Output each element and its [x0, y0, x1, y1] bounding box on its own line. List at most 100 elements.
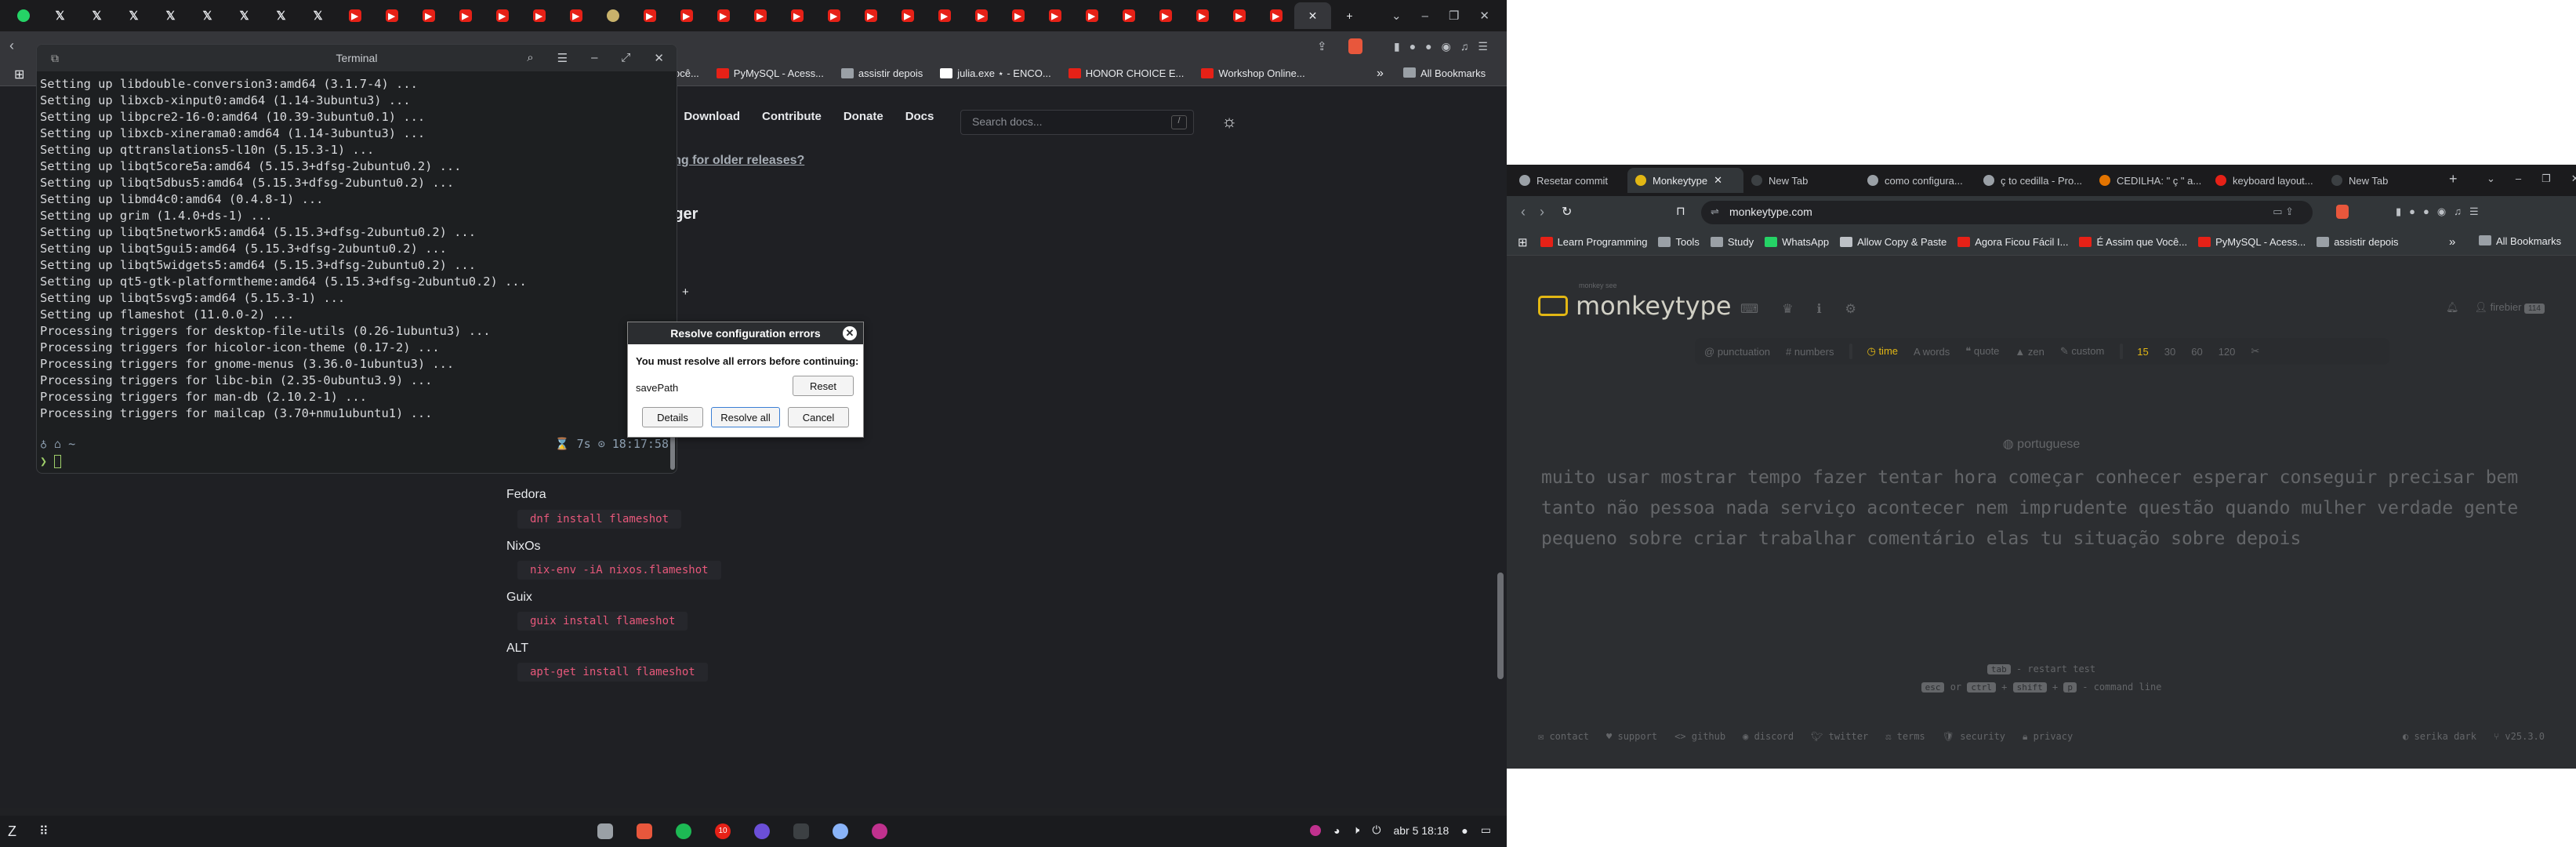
brave-shield-icon[interactable]	[2336, 205, 2349, 219]
spotify-icon[interactable]	[676, 823, 691, 839]
minimize-icon[interactable]: –	[1422, 9, 1428, 23]
footer-link-terms[interactable]: ⚖ terms	[1885, 731, 1925, 743]
brave-shield-icon[interactable]	[1348, 38, 1362, 54]
terminal-scrollbar[interactable]	[670, 435, 675, 470]
browser-tab[interactable]: ▶	[1110, 2, 1147, 29]
time-60[interactable]: 60	[2191, 346, 2202, 358]
page-scrollbar[interactable]	[1497, 573, 1504, 679]
terminal-prompt[interactable]: ❯	[40, 454, 62, 468]
notifications-bell-icon[interactable]: 🔔︎	[2446, 301, 2459, 314]
obs-icon[interactable]	[754, 823, 770, 839]
version-button[interactable]: ⑂ v25.3.0	[2494, 731, 2545, 742]
footer-link-twitter[interactable]: 🐦︎ twitter	[1811, 731, 1868, 743]
browser-tab[interactable]: ▶	[373, 2, 410, 29]
bookmark-item[interactable]: assistir depois	[2317, 236, 2399, 248]
mode-zen[interactable]: ▲ zen	[2015, 346, 2044, 358]
browser-tab[interactable]: ▶	[926, 2, 963, 29]
bookmark-item[interactable]: PyMySQL - Acess...	[716, 67, 824, 79]
reload-icon[interactable]: ↻	[1562, 204, 1572, 220]
browser-tab[interactable]: 𝕏	[299, 2, 336, 29]
older-releases-link[interactable]: oking for older releases?	[655, 154, 804, 168]
back-icon[interactable]: ‹	[9, 38, 14, 54]
reset-button[interactable]: Reset	[793, 376, 854, 396]
settings-gear-icon[interactable]: ⚙	[1845, 301, 1856, 317]
browser-tab[interactable]: ▶	[668, 2, 705, 29]
mode-words[interactable]: A words	[1914, 346, 1950, 358]
monkeytype-logo[interactable]: monkey see monkeytype	[1538, 282, 1732, 321]
footer-link-support[interactable]: ♥ support	[1606, 731, 1657, 743]
close-icon[interactable]: ✕	[2571, 173, 2576, 185]
browser-tab[interactable]: 𝕏	[226, 2, 263, 29]
words-area[interactable]: muito usar mostrar tempo fazer tentar ho…	[1541, 463, 2545, 554]
bookmark-item[interactable]: ocê...	[674, 67, 699, 79]
browser-tab[interactable]: ç to cedilla - Pro...	[1976, 168, 2092, 193]
bookmark-item[interactable]: assistir depois	[840, 67, 923, 79]
account-button[interactable]: 👤︎ firebier 114	[2475, 301, 2545, 314]
browser-tab[interactable]: keyboard layout...	[2208, 168, 2324, 193]
restore-icon[interactable]: ❐	[1449, 9, 1459, 23]
browser-tab[interactable]	[5, 2, 42, 29]
info-icon[interactable]: ℹ	[1816, 301, 1821, 317]
zorin-menu-icon[interactable]: Z	[8, 823, 16, 840]
bookmark-item[interactable]: Study	[1710, 236, 1754, 248]
power-icon[interactable]: ⏻	[1372, 823, 1381, 837]
share-icon[interactable]: ⇪	[1317, 39, 1327, 53]
browser-tab[interactable]: ▶	[1184, 2, 1221, 29]
bookmark-item[interactable]: Tools	[1658, 236, 1700, 248]
theme-button[interactable]: ◐ serika dark	[2403, 731, 2476, 742]
browser-tab[interactable]: ▶	[447, 2, 484, 29]
new-tab-icon[interactable]: ⧉	[51, 52, 59, 65]
browser-tab[interactable]: ▶	[815, 2, 852, 29]
browser-tab[interactable]: 𝕏	[263, 2, 299, 29]
footer-link-github[interactable]: <> github	[1674, 731, 1725, 743]
extension-icons[interactable]: ▮●●◉♫☰	[2396, 205, 2487, 218]
browser-tab[interactable]: ▶	[1000, 2, 1036, 29]
close-icon[interactable]: ✕	[654, 51, 664, 65]
browser-tab[interactable]: New Tab	[1743, 168, 1859, 193]
close-icon[interactable]: ✕	[1479, 9, 1489, 23]
bookmark-item[interactable]: Learn Programming	[1540, 236, 1647, 248]
browser-tab[interactable]: ▶	[410, 2, 447, 29]
active-tab-close-icon[interactable]: ✕	[1294, 2, 1331, 29]
tray-app-icon[interactable]	[1310, 824, 1322, 836]
terminal-app-icon[interactable]	[793, 823, 809, 839]
nav-contribute[interactable]: Contribute	[762, 110, 822, 123]
menu-icon[interactable]: ☰	[557, 51, 568, 65]
app-grid-icon[interactable]: ⠿	[39, 823, 49, 839]
bookmark-item[interactable]: WhatsApp	[1765, 236, 1829, 248]
cast-icon[interactable]: ▭ ⇪	[2273, 205, 2294, 218]
files-icon[interactable]	[597, 823, 613, 839]
language-selector[interactable]: ◍ portuguese	[1507, 436, 2576, 452]
docs-search-input[interactable]: Search docs... /	[960, 110, 1194, 135]
bookmark-item[interactable]: julia.exe ⋆ - ENCO...	[940, 67, 1051, 80]
browser-tab[interactable]: ▶	[1147, 2, 1184, 29]
settings-icon[interactable]	[833, 823, 848, 839]
theme-toggle-icon[interactable]: ☼	[1221, 111, 1237, 132]
nav-donate[interactable]: Donate	[844, 110, 883, 123]
mode-custom[interactable]: ✎ custom	[2060, 345, 2104, 358]
mode-quote[interactable]: ❝ quote	[1965, 345, 1999, 358]
show-desktop-icon[interactable]: ▭	[1481, 823, 1491, 837]
mode-time[interactable]: ◷ time	[1867, 345, 1898, 358]
cancel-button[interactable]: Cancel	[788, 407, 849, 427]
browser-tab[interactable]: 𝕏	[152, 2, 189, 29]
browser-tab[interactable]: Monkeytype ✕	[1627, 168, 1743, 193]
browser-tab[interactable]: 𝕏	[42, 2, 78, 29]
custom-time-tools-icon[interactable]: ✂	[2251, 345, 2259, 358]
browser-tab[interactable]: ▶	[1257, 2, 1294, 29]
extension-icons[interactable]: ▮●●◉♫☰	[1394, 40, 1497, 53]
browser-tab[interactable]: ▶	[557, 2, 594, 29]
more-bookmarks-icon[interactable]: »	[1377, 67, 1384, 81]
footer-link-privacy[interactable]: 🔒︎ privacy	[2023, 731, 2073, 743]
apps-icon[interactable]: ⊞	[14, 67, 24, 82]
maximize-icon[interactable]: ⤢	[621, 51, 630, 65]
browser-tab[interactable]: ▶	[1221, 2, 1257, 29]
volume-icon[interactable]: 🕨	[1353, 823, 1360, 837]
punctuation-toggle[interactable]: @ punctuation	[1704, 346, 1770, 358]
footer-link-contact[interactable]: ✉ contact	[1538, 731, 1589, 743]
time-120[interactable]: 120	[2219, 346, 2236, 358]
bookmark-item[interactable]: PyMySQL - Acess...	[2198, 236, 2306, 248]
footer-link-discord[interactable]: ◉ discord	[1743, 731, 1794, 743]
tab-search-icon[interactable]: ⌄	[2487, 173, 2495, 185]
discord-icon[interactable]: ◕	[1333, 824, 1340, 837]
